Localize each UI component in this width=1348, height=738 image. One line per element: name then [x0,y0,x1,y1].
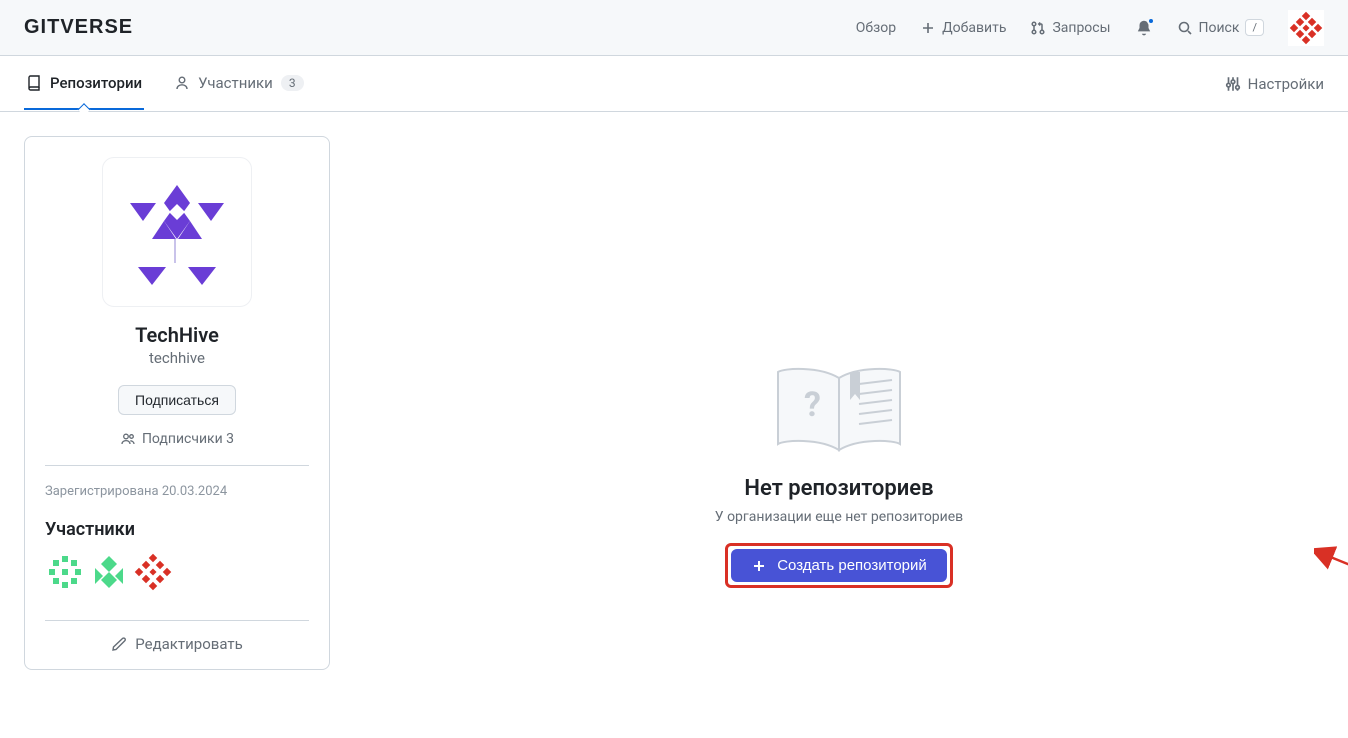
header-nav: Обзор Добавить Запросы Поиск / [856,10,1324,46]
tabs-left: Репозитории Участники 3 [24,58,306,110]
empty-state: ? Нет репозиториев У организации еще нет… [715,358,963,588]
org-header: TechHive techhive Подписаться Подписчики… [45,157,309,447]
content: TechHive techhive Подписаться Подписчики… [0,112,1348,694]
pencil-icon [111,636,127,652]
member-avatar-2[interactable] [89,552,129,592]
people-icon [120,431,136,447]
nav-notifications[interactable] [1135,19,1153,37]
divider [45,465,309,466]
members-row [45,552,309,592]
main-area: ? Нет репозиториев У организации еще нет… [354,136,1324,670]
sliders-icon [1224,75,1242,93]
plus-icon [920,20,936,36]
member-avatar-3[interactable] [133,552,173,592]
nav-add[interactable]: Добавить [920,20,1006,36]
member-avatar-1[interactable] [45,552,85,592]
nav-requests[interactable]: Запросы [1030,20,1110,36]
nav-overview-label: Обзор [856,20,896,36]
svg-text:?: ? [804,385,821,425]
org-avatar [102,157,252,307]
org-card: TechHive techhive Подписаться Подписчики… [24,136,330,670]
nav-add-label: Добавить [942,20,1006,36]
tab-settings-label: Настройки [1248,75,1324,93]
empty-book-icon: ? [764,358,914,458]
followers-label: Подписчики 3 [142,431,234,447]
edit-link[interactable]: Редактировать [45,620,309,653]
subscribe-button[interactable]: Подписаться [118,385,236,415]
org-handle: techhive [149,349,205,367]
followers[interactable]: Подписчики 3 [120,431,234,447]
tab-members-label: Участники [198,74,273,92]
create-repository-button[interactable]: Создать репозиторий [731,549,947,582]
empty-subtitle: У организации еще нет репозиториев [715,509,963,525]
avatar-identicon-icon [1288,10,1324,46]
nav-requests-label: Запросы [1052,20,1110,36]
user-avatar[interactable] [1288,10,1324,46]
nav-search-label: Поиск [1199,20,1240,36]
tabs-bar: Репозитории Участники 3 Настройки [0,56,1348,112]
avatar-identicon-icon [133,552,173,592]
brand-logo[interactable]: GITVERSE [24,16,133,39]
notification-dot-icon [1147,17,1155,25]
org-identicon-icon [112,167,242,297]
members-title: Участники [45,519,309,540]
nav-search[interactable]: Поиск / [1177,19,1265,36]
pull-request-icon [1030,20,1046,36]
tab-settings[interactable]: Настройки [1224,75,1324,93]
repo-icon [26,75,42,91]
search-shortcut: / [1245,19,1264,36]
edit-label: Редактировать [135,635,242,653]
empty-title: Нет репозиториев [744,476,933,501]
plus-icon [751,558,767,574]
annotation-arrow-icon [1314,546,1348,666]
create-button-label: Создать репозиторий [777,557,927,574]
tab-repositories[interactable]: Репозитории [24,58,144,110]
create-button-highlight: Создать репозиторий [725,543,953,588]
registered-date: Зарегистрирована 20.03.2024 [45,484,309,499]
page-header: GITVERSE Обзор Добавить Запросы Поиск / [0,0,1348,56]
tab-members[interactable]: Участники 3 [172,58,305,110]
nav-overview[interactable]: Обзор [856,20,896,36]
person-icon [174,75,190,91]
tab-members-count: 3 [281,75,304,91]
tab-repositories-label: Репозитории [50,74,142,92]
search-icon [1177,20,1193,36]
org-name: TechHive [135,323,219,347]
avatar-identicon-icon [89,552,129,592]
avatar-identicon-icon [45,552,85,592]
